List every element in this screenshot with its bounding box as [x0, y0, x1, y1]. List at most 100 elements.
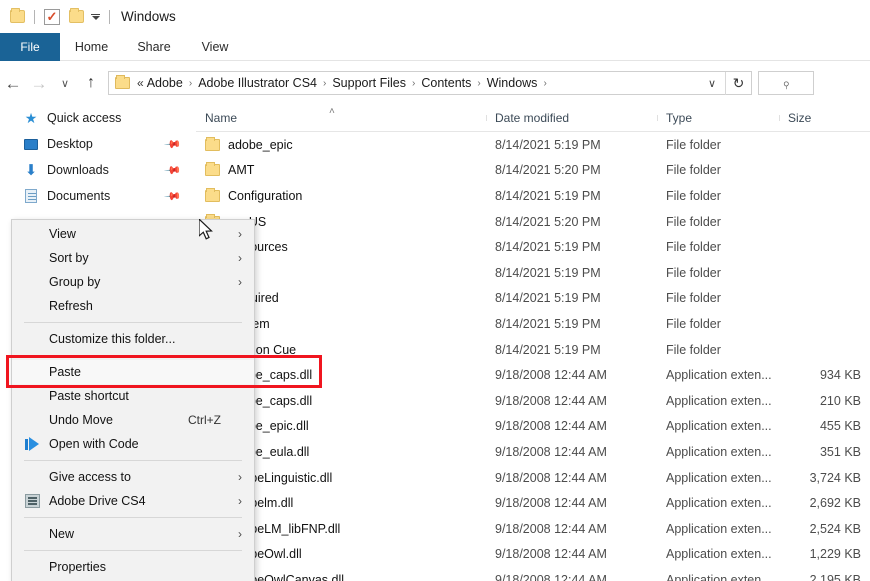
sidebar-item-desktop[interactable]: Desktop 📌 — [0, 131, 196, 157]
tab-file[interactable]: File — [0, 33, 60, 61]
menu-item-new[interactable]: New › — [12, 522, 254, 546]
table-row[interactable]: Required8/14/2021 5:19 PMFile folder — [196, 286, 870, 312]
menu-item-group-by[interactable]: Group by › — [12, 270, 254, 294]
menu-item-open-with-code[interactable]: Open with Code — [12, 432, 254, 456]
table-row[interactable]: AdobeOwlCanvas.dll 9/18/2008 12:44 AM Appl… — [196, 567, 870, 581]
menu-item-properties[interactable]: Properties — [12, 555, 254, 579]
customize-dropdown-icon[interactable] — [91, 13, 100, 20]
properties-checkbox-icon[interactable]: ✓ — [44, 8, 60, 25]
menu-item-sort-by[interactable]: Sort by › — [12, 246, 254, 270]
cell-date-modified: 9/18/2008 12:44 AM — [495, 444, 607, 459]
breadcrumb-separator-icon[interactable]: › — [412, 78, 415, 89]
cell-date-modified: 8/14/2021 5:20 PM — [495, 163, 601, 178]
documents-icon — [22, 189, 40, 203]
column-header-type[interactable]: Type — [657, 111, 779, 125]
table-row[interactable]: Configuration 8/14/2021 5:19 PM File folde… — [196, 183, 870, 209]
pin-icon[interactable]: 📌 — [164, 135, 183, 153]
sidebar-item-downloads[interactable]: ⬇ Downloads 📌 — [0, 157, 196, 183]
breadcrumb-illustrator[interactable]: Adobe Illustrator CS4 — [198, 76, 317, 90]
column-header-size[interactable]: Size — [779, 111, 870, 125]
cell-date-modified: 9/18/2008 12:44 AM — [495, 521, 607, 536]
new-folder-icon[interactable] — [69, 8, 84, 23]
search-input[interactable]: ⌕ — [758, 71, 814, 95]
file-name-label: AMT — [228, 163, 255, 178]
menu-item-label: Give access to — [49, 470, 131, 484]
cell-date-modified: 8/14/2021 5:19 PM — [495, 342, 601, 357]
breadcrumb-separator-icon[interactable]: › — [323, 78, 326, 89]
up-button[interactable]: ↑ — [78, 70, 104, 96]
menu-item-give-access-to[interactable]: Give access to › — [12, 465, 254, 489]
cell-date-modified: 9/18/2008 12:44 AM — [495, 368, 607, 383]
address-bar: ← → ∨ ↑ « Adobe › Adobe Illustrator CS4 … — [0, 61, 870, 105]
refresh-button[interactable]: ↻ — [725, 71, 751, 95]
cell-date-modified: 8/14/2021 5:19 PM — [495, 240, 601, 255]
sidebar-item-label: Downloads — [47, 163, 109, 177]
table-row[interactable]: adobe_epic.dll 9/18/2008 12:44 AM Applicat… — [196, 414, 870, 440]
table-row[interactable]: adobe_caps.dll 9/18/2008 12:44 AM Applicat… — [196, 388, 870, 414]
cell-size: 934 KB — [819, 368, 861, 383]
pin-icon[interactable]: 📌 — [164, 161, 183, 179]
menu-item-paste[interactable]: Paste — [12, 360, 254, 384]
column-header-date-modified[interactable]: Date modified — [486, 111, 657, 125]
menu-item-shortcut: Ctrl+Z — [188, 413, 221, 427]
path-history-dropdown[interactable]: ∨ — [699, 72, 725, 94]
breadcrumb-support-files[interactable]: Support Files — [332, 76, 406, 90]
cell-name: AMT — [196, 162, 486, 178]
menu-item-undo-move[interactable]: Undo Move Ctrl+Z — [12, 408, 254, 432]
column-header-name[interactable]: Name — [196, 111, 486, 125]
breadcrumb-separator-icon[interactable]: › — [477, 78, 480, 89]
breadcrumb-separator-icon[interactable]: › — [543, 78, 546, 89]
table-row[interactable]: AdobeOwl.dll 9/18/2008 12:44 AM Applicatio… — [196, 542, 870, 568]
breadcrumb-windows[interactable]: Windows — [487, 76, 538, 90]
pin-icon[interactable]: 📌 — [164, 187, 183, 205]
table-row[interactable]: AdobeLM_libFNP.dll 9/18/2008 12:44 AM Appl… — [196, 516, 870, 542]
tab-share[interactable]: Share — [123, 33, 185, 61]
menu-item-label: New — [49, 527, 75, 541]
table-row[interactable]: AMT 8/14/2021 5:20 PM File folder — [196, 158, 870, 184]
breadcrumb-separator-icon[interactable]: › — [189, 78, 192, 89]
back-button[interactable]: ← — [0, 70, 26, 96]
folder-icon[interactable] — [10, 8, 25, 23]
divider — [109, 9, 110, 24]
cell-type: Application exten... — [666, 572, 772, 581]
menu-separator — [24, 460, 242, 461]
cell-type: File folder — [666, 265, 721, 280]
table-row[interactable]: Adobelm.dll 9/18/2008 12:44 AM Application… — [196, 490, 870, 516]
cell-type: Application exten... — [666, 444, 772, 459]
menu-item-refresh[interactable]: Refresh — [12, 294, 254, 318]
forward-button[interactable]: → — [26, 70, 52, 96]
sidebar-item-documents[interactable]: Documents 📌 — [0, 183, 196, 209]
menu-item-adobe-drive-cs4[interactable]: Adobe Drive CS4 › — [12, 489, 254, 513]
table-row[interactable]: adobe_eula.dll 9/18/2008 12:44 AM Applicat… — [196, 439, 870, 465]
chevron-right-icon: › — [238, 275, 242, 289]
window-title: Windows — [121, 9, 176, 24]
file-list-pane: ˄ Name Date modified Type Size adobe_epi… — [196, 105, 870, 581]
menu-separator — [24, 355, 242, 356]
chevron-down-icon: ∨ — [60, 77, 70, 90]
recent-locations-button[interactable]: ∨ — [52, 70, 78, 96]
table-row[interactable]: en_US8/14/2021 5:20 PMFile folder — [196, 209, 870, 235]
tab-view[interactable]: View — [185, 33, 245, 61]
table-row[interactable]: adobe_epic 8/14/2021 5:19 PM File folder — [196, 132, 870, 158]
breadcrumb-adobe[interactable]: Adobe — [147, 76, 183, 90]
cell-size: 2,195 KB — [809, 572, 861, 581]
table-row[interactable]: Loc8/14/2021 5:19 PMFile folder — [196, 260, 870, 286]
breadcrumb-contents[interactable]: Contents — [421, 76, 471, 90]
cell-name: Configuration — [196, 187, 486, 203]
table-row[interactable]: Version Cue 8/14/2021 5:19 PM File folder — [196, 337, 870, 363]
table-row[interactable]: Resources 8/14/2021 5:19 PM File folder — [196, 234, 870, 260]
table-row[interactable]: adobe_caps.dll 9/18/2008 12:44 AM Applicat… — [196, 362, 870, 388]
table-row[interactable]: System8/14/2021 5:19 PMFile folder — [196, 311, 870, 337]
overflow-chevrons-icon[interactable]: « — [137, 76, 144, 90]
sidebar-item-quick-access[interactable]: ★ Quick access — [0, 105, 196, 131]
table-row[interactable]: AdobeLinguistic.dll 9/18/2008 12:44 AM App… — [196, 465, 870, 491]
desktop-monitor-icon — [22, 138, 40, 150]
menu-item-view[interactable]: View › — [12, 222, 254, 246]
cell-date-modified: 9/18/2008 12:44 AM — [495, 572, 607, 581]
tab-home[interactable]: Home — [60, 33, 123, 61]
breadcrumb-path-bar[interactable]: « Adobe › Adobe Illustrator CS4 › Suppor… — [108, 71, 752, 95]
menu-item-customize-this-folder[interactable]: Customize this folder... — [12, 327, 254, 351]
folder-icon — [115, 75, 130, 89]
menu-item-paste-shortcut[interactable]: Paste shortcut — [12, 384, 254, 408]
file-name-label: adobe_epic — [228, 137, 293, 152]
